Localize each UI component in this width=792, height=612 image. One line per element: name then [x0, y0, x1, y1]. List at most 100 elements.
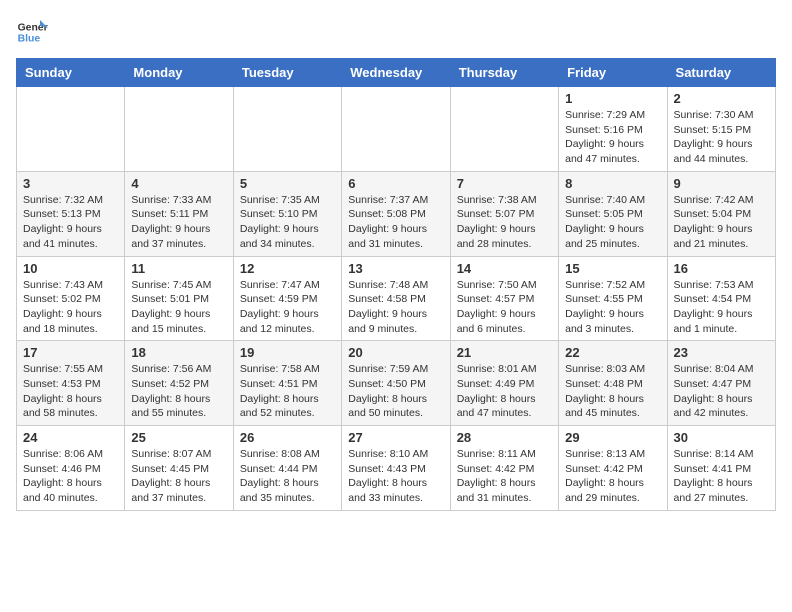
- svg-text:Blue: Blue: [18, 34, 41, 45]
- calendar-body: 1 Sunrise: 7:29 AM Sunset: 5:16 PM Daylig…: [17, 87, 776, 511]
- day-number: 5: [240, 176, 335, 191]
- day-info: Sunrise: 8:06 AM Sunset: 4:46 PM Dayligh…: [23, 447, 118, 506]
- calendar-cell: 29 Sunrise: 8:13 AM Sunset: 4:42 PM Dayli…: [559, 426, 667, 511]
- calendar-cell: 3Sunrise: 7:32 AM Sunset: 5:13 PM Daylig…: [17, 171, 125, 256]
- day-number: 16: [674, 261, 769, 276]
- day-info: Sunrise: 7:37 AM Sunset: 5:08 PM Dayligh…: [348, 193, 443, 252]
- day-info: Sunrise: 7:52 AM Sunset: 4:55 PM Dayligh…: [565, 278, 660, 337]
- calendar-cell: 11 Sunrise: 7:45 AM Sunset: 5:01 PM Dayli…: [125, 256, 233, 341]
- day-number: 7: [457, 176, 552, 191]
- calendar-cell: 28Sunrise: 8:11 AM Sunset: 4:42 PM Dayli…: [450, 426, 558, 511]
- day-info: Sunrise: 8:10 AM Sunset: 4:43 PM Dayligh…: [348, 447, 443, 506]
- calendar-cell: 12Sunrise: 7:47 AM Sunset: 4:59 PM Dayli…: [233, 256, 341, 341]
- day-info: Sunrise: 7:45 AM Sunset: 5:01 PM Dayligh…: [131, 278, 226, 337]
- day-number: 23: [674, 345, 769, 360]
- calendar-week-5: 24Sunrise: 8:06 AM Sunset: 4:46 PM Dayli…: [17, 426, 776, 511]
- calendar-week-1: 1 Sunrise: 7:29 AM Sunset: 5:16 PM Daylig…: [17, 87, 776, 172]
- day-info: Sunrise: 7:50 AM Sunset: 4:57 PM Dayligh…: [457, 278, 552, 337]
- day-info: Sunrise: 7:38 AM Sunset: 5:07 PM Dayligh…: [457, 193, 552, 252]
- day-number: 3: [23, 176, 118, 191]
- day-number: 30: [674, 430, 769, 445]
- day-number: 8: [565, 176, 660, 191]
- calendar-cell: 6 Sunrise: 7:37 AM Sunset: 5:08 PM Daylig…: [342, 171, 450, 256]
- day-info: Sunrise: 8:14 AM Sunset: 4:41 PM Dayligh…: [674, 447, 769, 506]
- day-number: 17: [23, 345, 118, 360]
- day-number: 18: [131, 345, 226, 360]
- day-info: Sunrise: 7:42 AM Sunset: 5:04 PM Dayligh…: [674, 193, 769, 252]
- calendar-week-4: 17 Sunrise: 7:55 AM Sunset: 4:53 PM Dayli…: [17, 341, 776, 426]
- day-number: 11: [131, 261, 226, 276]
- day-number: 2: [674, 91, 769, 106]
- day-info: Sunrise: 8:03 AM Sunset: 4:48 PM Dayligh…: [565, 362, 660, 421]
- weekday-header-sunday: Sunday: [17, 59, 125, 87]
- calendar-cell: 10 Sunrise: 7:43 AM Sunset: 5:02 PM Dayli…: [17, 256, 125, 341]
- calendar-cell: 19 Sunrise: 7:58 AM Sunset: 4:51 PM Dayli…: [233, 341, 341, 426]
- day-number: 1: [565, 91, 660, 106]
- day-number: 19: [240, 345, 335, 360]
- calendar-cell: [450, 87, 558, 172]
- day-number: 13: [348, 261, 443, 276]
- calendar-week-2: 3Sunrise: 7:32 AM Sunset: 5:13 PM Daylig…: [17, 171, 776, 256]
- calendar-cell: 25 Sunrise: 8:07 AM Sunset: 4:45 PM Dayli…: [125, 426, 233, 511]
- day-number: 21: [457, 345, 552, 360]
- weekday-header-thursday: Thursday: [450, 59, 558, 87]
- day-info: Sunrise: 7:58 AM Sunset: 4:51 PM Dayligh…: [240, 362, 335, 421]
- calendar-cell: 1 Sunrise: 7:29 AM Sunset: 5:16 PM Daylig…: [559, 87, 667, 172]
- calendar-header-row: SundayMondayTuesdayWednesdayThursdayFrid…: [17, 59, 776, 87]
- day-info: Sunrise: 7:35 AM Sunset: 5:10 PM Dayligh…: [240, 193, 335, 252]
- calendar-week-3: 10 Sunrise: 7:43 AM Sunset: 5:02 PM Dayli…: [17, 256, 776, 341]
- day-number: 25: [131, 430, 226, 445]
- day-number: 6: [348, 176, 443, 191]
- calendar-cell: 23 Sunrise: 8:04 AM Sunset: 4:47 PM Dayli…: [667, 341, 775, 426]
- calendar-cell: 30 Sunrise: 8:14 AM Sunset: 4:41 PM Dayli…: [667, 426, 775, 511]
- day-number: 14: [457, 261, 552, 276]
- calendar-cell: 8 Sunrise: 7:40 AM Sunset: 5:05 PM Daylig…: [559, 171, 667, 256]
- day-number: 4: [131, 176, 226, 191]
- day-info: Sunrise: 7:55 AM Sunset: 4:53 PM Dayligh…: [23, 362, 118, 421]
- calendar-cell: 27 Sunrise: 8:10 AM Sunset: 4:43 PM Dayli…: [342, 426, 450, 511]
- weekday-header-saturday: Saturday: [667, 59, 775, 87]
- day-number: 26: [240, 430, 335, 445]
- day-number: 9: [674, 176, 769, 191]
- calendar-cell: 17 Sunrise: 7:55 AM Sunset: 4:53 PM Dayli…: [17, 341, 125, 426]
- day-info: Sunrise: 7:47 AM Sunset: 4:59 PM Dayligh…: [240, 278, 335, 337]
- day-number: 27: [348, 430, 443, 445]
- day-number: 22: [565, 345, 660, 360]
- calendar-cell: 4 Sunrise: 7:33 AM Sunset: 5:11 PM Daylig…: [125, 171, 233, 256]
- day-number: 20: [348, 345, 443, 360]
- calendar-cell: 22 Sunrise: 8:03 AM Sunset: 4:48 PM Dayli…: [559, 341, 667, 426]
- weekday-header-friday: Friday: [559, 59, 667, 87]
- day-info: Sunrise: 8:04 AM Sunset: 4:47 PM Dayligh…: [674, 362, 769, 421]
- calendar-cell: 7 Sunrise: 7:38 AM Sunset: 5:07 PM Daylig…: [450, 171, 558, 256]
- day-info: Sunrise: 7:59 AM Sunset: 4:50 PM Dayligh…: [348, 362, 443, 421]
- calendar-cell: 21 Sunrise: 8:01 AM Sunset: 4:49 PM Dayli…: [450, 341, 558, 426]
- calendar-cell: [233, 87, 341, 172]
- calendar-cell: 9 Sunrise: 7:42 AM Sunset: 5:04 PM Daylig…: [667, 171, 775, 256]
- day-info: Sunrise: 8:07 AM Sunset: 4:45 PM Dayligh…: [131, 447, 226, 506]
- calendar-table: SundayMondayTuesdayWednesdayThursdayFrid…: [16, 58, 776, 511]
- day-number: 28: [457, 430, 552, 445]
- day-number: 29: [565, 430, 660, 445]
- header: General Blue: [16, 16, 776, 48]
- calendar-cell: 14 Sunrise: 7:50 AM Sunset: 4:57 PM Dayli…: [450, 256, 558, 341]
- day-info: Sunrise: 8:08 AM Sunset: 4:44 PM Dayligh…: [240, 447, 335, 506]
- calendar-cell: [17, 87, 125, 172]
- day-info: Sunrise: 7:48 AM Sunset: 4:58 PM Dayligh…: [348, 278, 443, 337]
- day-info: Sunrise: 7:56 AM Sunset: 4:52 PM Dayligh…: [131, 362, 226, 421]
- day-info: Sunrise: 7:30 AM Sunset: 5:15 PM Dayligh…: [674, 108, 769, 167]
- calendar-cell: 13 Sunrise: 7:48 AM Sunset: 4:58 PM Dayli…: [342, 256, 450, 341]
- day-number: 15: [565, 261, 660, 276]
- weekday-header-monday: Monday: [125, 59, 233, 87]
- day-info: Sunrise: 7:29 AM Sunset: 5:16 PM Dayligh…: [565, 108, 660, 167]
- calendar-cell: 18 Sunrise: 7:56 AM Sunset: 4:52 PM Dayli…: [125, 341, 233, 426]
- logo: General Blue: [16, 16, 52, 48]
- weekday-header-tuesday: Tuesday: [233, 59, 341, 87]
- day-info: Sunrise: 7:33 AM Sunset: 5:11 PM Dayligh…: [131, 193, 226, 252]
- day-info: Sunrise: 7:40 AM Sunset: 5:05 PM Dayligh…: [565, 193, 660, 252]
- day-info: Sunrise: 8:01 AM Sunset: 4:49 PM Dayligh…: [457, 362, 552, 421]
- day-info: Sunrise: 7:43 AM Sunset: 5:02 PM Dayligh…: [23, 278, 118, 337]
- day-info: Sunrise: 8:13 AM Sunset: 4:42 PM Dayligh…: [565, 447, 660, 506]
- calendar-cell: 24Sunrise: 8:06 AM Sunset: 4:46 PM Dayli…: [17, 426, 125, 511]
- calendar-cell: [125, 87, 233, 172]
- day-number: 10: [23, 261, 118, 276]
